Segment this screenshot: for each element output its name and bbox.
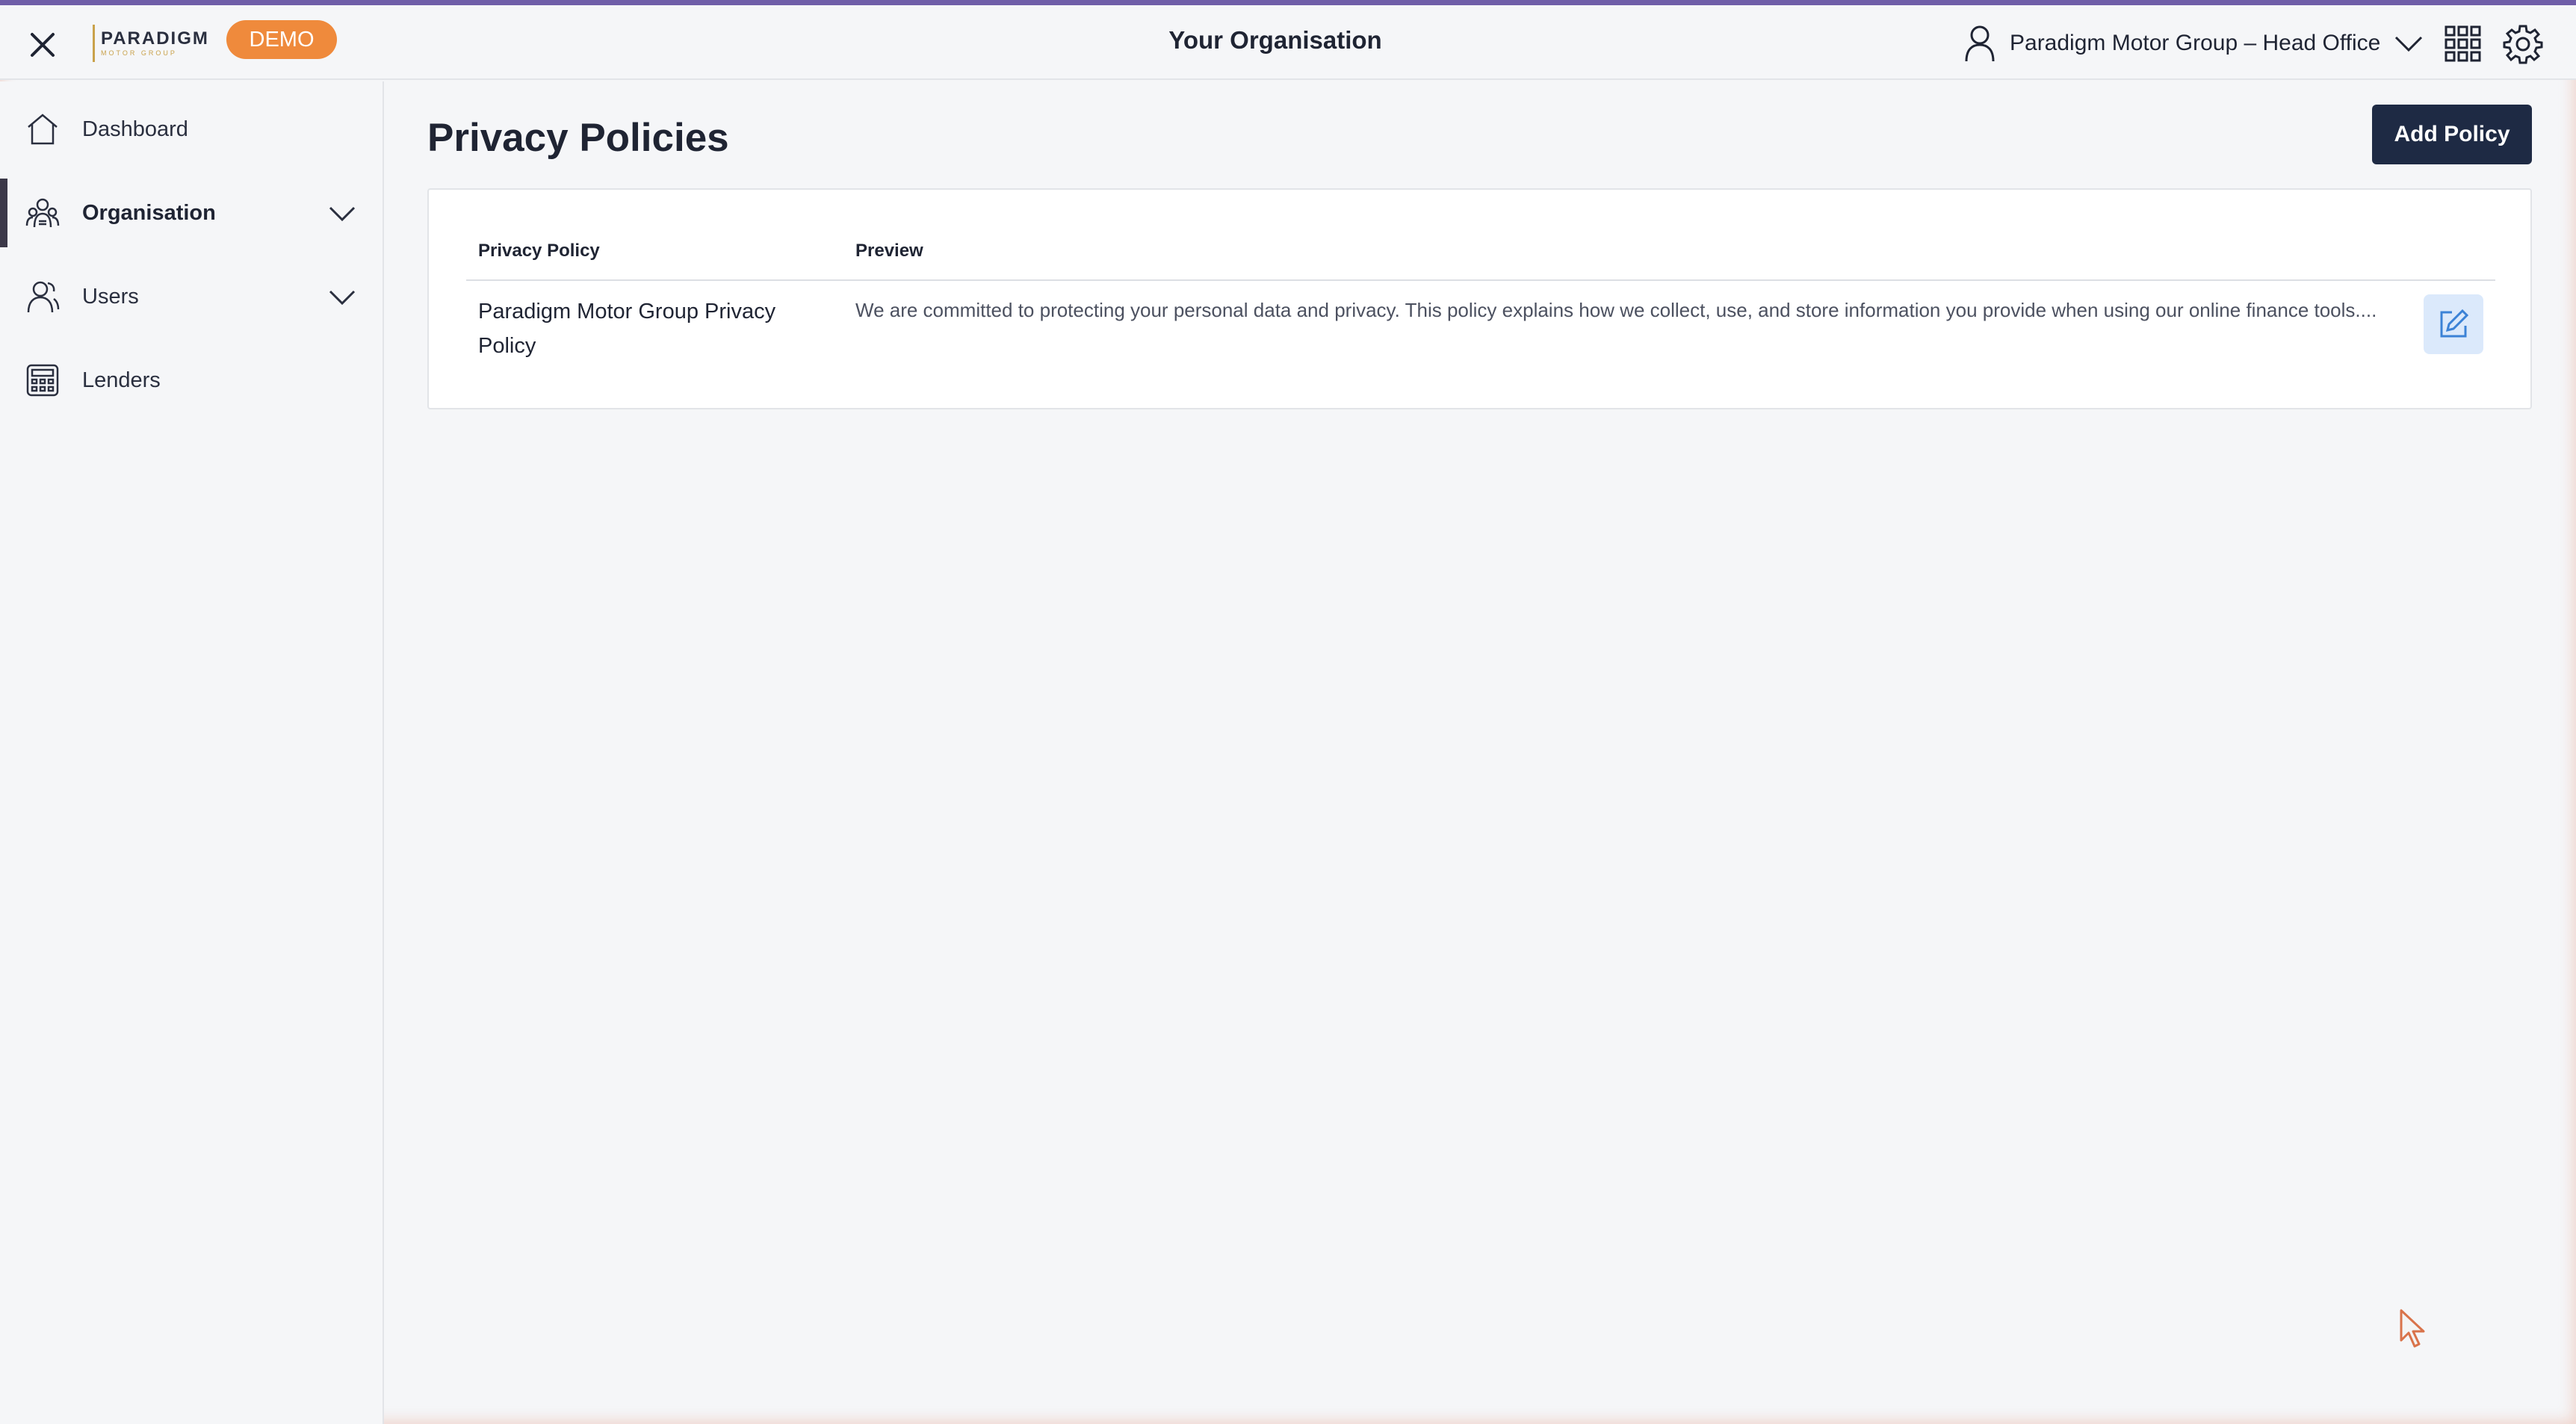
gear-icon[interactable] [2503,24,2543,64]
chevron-down-icon[interactable] [327,282,357,312]
top-accent-bar [0,0,2576,5]
edit-icon [2440,309,2469,338]
close-icon [31,33,55,57]
sidebar: Dashboard Organisation Users Lenders [0,81,384,1424]
top-header: PARADIGM MOTOR GROUP DEMO Your Organisat… [0,5,2576,80]
add-policy-button[interactable]: Add Policy [2372,105,2532,164]
edit-policy-button[interactable] [2424,294,2483,354]
organisation-name: Paradigm Motor Group – Head Office [2010,31,2381,55]
chevron-down-icon [2395,36,2423,52]
sidebar-item-users[interactable]: Users [0,262,383,331]
app-frame: PARADIGM MOTOR GROUP DEMO Your Organisat… [0,0,2576,1424]
table-header-divider [466,279,2495,281]
calculator-icon [26,364,59,397]
sidebar-item-label: Users [82,284,139,309]
user-icon [1965,25,1995,62]
logo-text: PARADIGM [101,28,209,49]
home-icon [28,114,58,145]
apps-grid-icon[interactable] [2445,25,2482,63]
mouse-cursor-icon [2400,1309,2425,1348]
company-logo: PARADIGM MOTOR GROUP [93,25,209,62]
sidebar-item-label: Lenders [82,368,161,392]
sidebar-item-organisation[interactable]: Organisation [0,179,383,247]
policy-preview-cell: We are committed to protecting your pers… [855,299,2377,321]
sidebar-item-dashboard[interactable]: Dashboard [0,95,383,164]
page-title: Privacy Policies [427,116,729,160]
users-icon [27,281,60,313]
sidebar-item-label: Dashboard [82,117,188,141]
sidebar-item-label: Organisation [82,200,216,225]
policies-table-card: Privacy Policy Preview Paradigm Motor Gr… [427,188,2532,409]
sidebar-item-lenders[interactable]: Lenders [0,346,383,415]
organisation-selector[interactable]: Paradigm Motor Group – Head Office [1963,19,2424,68]
page-heading: Your Organisation [1168,26,1382,54]
logo-subtext: MOTOR GROUP [101,49,177,57]
column-header-preview: Preview [855,241,923,261]
close-button[interactable] [22,25,63,65]
policy-name-cell: Paradigm Motor Group Privacy Policy [478,300,776,358]
column-header-privacy-policy: Privacy Policy [478,241,600,261]
environment-badge: DEMO [226,20,337,59]
organisation-icon [25,198,60,228]
chevron-down-icon[interactable] [327,198,357,228]
